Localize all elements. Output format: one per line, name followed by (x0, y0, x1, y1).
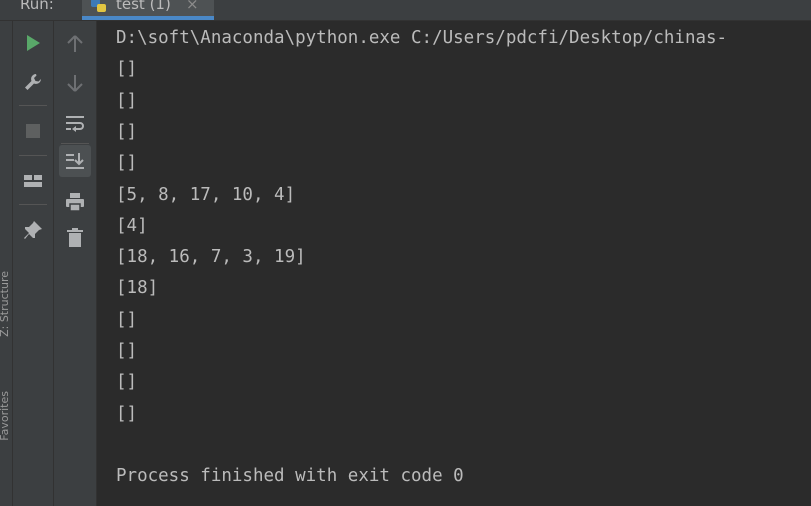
toolbar-separator (61, 143, 89, 144)
favorites-tool-label[interactable]: Favorites (0, 391, 12, 441)
run-tab-bar: Run: test (1) × (0, 0, 811, 21)
next-occurrence-button[interactable] (59, 67, 91, 99)
console-line: Process finished with exit code 0 (116, 466, 464, 487)
toolbar-separator (19, 105, 47, 106)
active-tab-indicator (82, 16, 214, 20)
toolbar-separator (19, 204, 47, 205)
pin-tab-button[interactable] (17, 214, 49, 246)
arrow-down-icon (67, 75, 83, 92)
structure-tool-label[interactable]: Z: Structure (0, 271, 12, 337)
console-line: [] (116, 153, 138, 174)
run-toolbar-secondary (54, 21, 97, 506)
print-icon (66, 193, 84, 212)
run-icon (27, 35, 40, 51)
run-toolbar-primary (13, 21, 54, 506)
trash-icon (67, 228, 83, 247)
python-icon (90, 0, 108, 12)
console-line: [] (116, 90, 138, 111)
console-line: [] (116, 403, 138, 424)
toolbar-separator (19, 155, 47, 156)
edit-configuration-button[interactable] (17, 66, 49, 98)
wrench-icon (25, 74, 41, 90)
clear-all-button[interactable] (59, 222, 91, 254)
previous-occurrence-button[interactable] (59, 28, 91, 60)
rerun-button[interactable] (17, 27, 49, 59)
layout-icon (24, 175, 42, 187)
console-line: [] (116, 121, 138, 142)
soft-wrap-icon (66, 116, 84, 132)
tab-title: test (1) (116, 0, 171, 13)
console-line: [18, 16, 7, 3, 19] (116, 247, 306, 268)
console-output[interactable]: D:\soft\Anaconda\python.exe C:/Users/pdc… (97, 21, 811, 506)
console-line: [] (116, 341, 138, 361)
console-line: D:\soft\Anaconda\python.exe C:/Users/pdc… (116, 28, 728, 48)
console-line: [18] (116, 278, 159, 299)
console-line: [] (116, 372, 138, 393)
console-line: [] (116, 59, 138, 80)
run-tool-window: Run: test (1) × Z: Structure Favorites D… (0, 0, 811, 506)
stop-icon (26, 124, 40, 138)
stop-button[interactable] (17, 115, 49, 147)
arrow-up-icon (67, 35, 83, 52)
layout-button[interactable] (17, 165, 49, 197)
scroll-to-end-button[interactable] (59, 145, 91, 177)
close-icon[interactable]: × (186, 0, 199, 14)
scroll-to-end-icon (66, 153, 84, 169)
tab-test-1[interactable]: test (1) × (82, 0, 214, 20)
console-line: [5, 8, 17, 10, 4] (116, 184, 296, 205)
left-tool-strip: Z: Structure Favorites (0, 21, 13, 506)
console-line: [] (116, 309, 138, 330)
print-button[interactable] (59, 186, 91, 218)
pin-icon (24, 221, 42, 239)
soft-wrap-button[interactable] (59, 107, 91, 139)
run-label: Run: (20, 0, 54, 13)
console-line: [4] (116, 215, 148, 236)
